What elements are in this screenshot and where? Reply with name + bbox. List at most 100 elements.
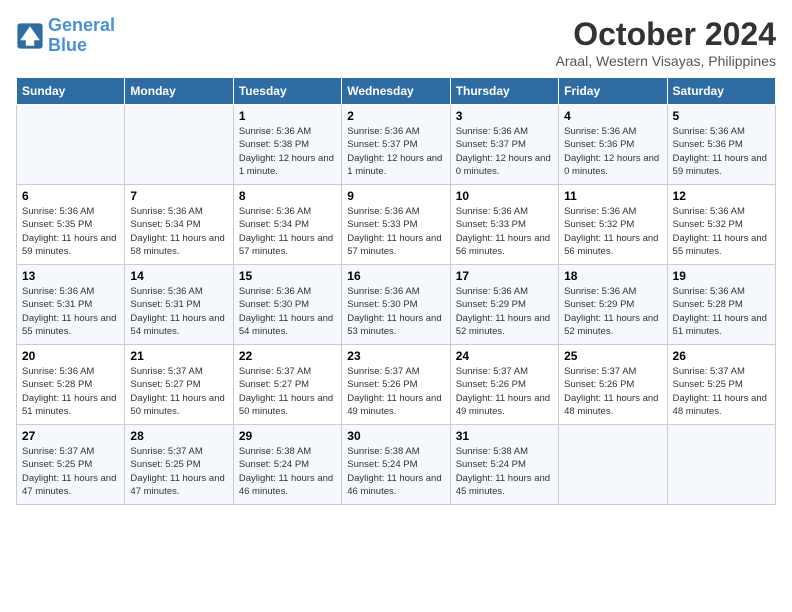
day-number: 27 bbox=[22, 429, 119, 443]
day-number: 13 bbox=[22, 269, 119, 283]
day-number: 10 bbox=[456, 189, 553, 203]
day-number: 7 bbox=[130, 189, 227, 203]
calendar-cell bbox=[17, 105, 125, 185]
day-info: Sunrise: 5:36 AM Sunset: 5:28 PM Dayligh… bbox=[22, 365, 119, 418]
weekday-header-tuesday: Tuesday bbox=[233, 78, 341, 105]
calendar-cell: 26Sunrise: 5:37 AM Sunset: 5:25 PM Dayli… bbox=[667, 345, 775, 425]
calendar-cell: 18 Sunrise: 5:36 AM Sunset: 5:29 PM Dayli… bbox=[559, 265, 667, 345]
day-number: 5 bbox=[673, 109, 770, 123]
day-info: Sunrise: 5:36 AM Sunset: 5:33 PM Dayligh… bbox=[456, 205, 553, 258]
calendar-cell: 7 Sunrise: 5:36 AM Sunset: 5:34 PM Daylig… bbox=[125, 185, 233, 265]
day-number: 18 bbox=[564, 269, 661, 283]
day-number: 24 bbox=[456, 349, 553, 363]
day-info: Sunrise: 5:36 AM Sunset: 5:29 PM Dayligh… bbox=[456, 285, 553, 338]
calendar-cell: 8 Sunrise: 5:36 AM Sunset: 5:34 PM Daylig… bbox=[233, 185, 341, 265]
day-info: Sunrise: 5:37 AM Sunset: 5:26 PM Dayligh… bbox=[456, 365, 553, 418]
day-info: Sunrise: 5:36 AM Sunset: 5:32 PM Dayligh… bbox=[564, 205, 661, 258]
calendar-cell: 10 Sunrise: 5:36 AM Sunset: 5:33 PM Dayli… bbox=[450, 185, 558, 265]
calendar-cell: 21 Sunrise: 5:37 AM Sunset: 5:27 PM Dayli… bbox=[125, 345, 233, 425]
day-info: Sunrise: 5:36 AM Sunset: 5:34 PM Dayligh… bbox=[239, 205, 336, 258]
calendar-cell: 28 Sunrise: 5:37 AM Sunset: 5:25 PM Dayli… bbox=[125, 425, 233, 505]
day-info: Sunrise: 5:36 AM Sunset: 5:36 PM Dayligh… bbox=[673, 125, 770, 178]
day-number: 11 bbox=[564, 189, 661, 203]
day-number: 8 bbox=[239, 189, 336, 203]
calendar-cell: 16 Sunrise: 5:36 AM Sunset: 5:30 PM Dayli… bbox=[342, 265, 450, 345]
day-info: Sunrise: 5:37 AM Sunset: 5:27 PM Dayligh… bbox=[130, 365, 227, 418]
calendar-cell: 29Sunrise: 5:38 AM Sunset: 5:24 PM Dayli… bbox=[233, 425, 341, 505]
day-number: 19 bbox=[673, 269, 770, 283]
logo: General Blue bbox=[16, 16, 115, 56]
day-number: 12 bbox=[673, 189, 770, 203]
weekday-header-sunday: Sunday bbox=[17, 78, 125, 105]
day-info: Sunrise: 5:36 AM Sunset: 5:32 PM Dayligh… bbox=[673, 205, 770, 258]
day-info: Sunrise: 5:37 AM Sunset: 5:25 PM Dayligh… bbox=[673, 365, 770, 418]
calendar-week-row: 27 Sunrise: 5:37 AM Sunset: 5:25 PM Dayli… bbox=[17, 425, 776, 505]
day-info: Sunrise: 5:36 AM Sunset: 5:38 PM Dayligh… bbox=[239, 125, 336, 178]
day-info: Sunrise: 5:37 AM Sunset: 5:26 PM Dayligh… bbox=[347, 365, 444, 418]
calendar-cell: 24 Sunrise: 5:37 AM Sunset: 5:26 PM Dayli… bbox=[450, 345, 558, 425]
day-info: Sunrise: 5:36 AM Sunset: 5:33 PM Dayligh… bbox=[347, 205, 444, 258]
day-number: 25 bbox=[564, 349, 661, 363]
day-number: 30 bbox=[347, 429, 444, 443]
calendar-table: SundayMondayTuesdayWednesdayThursdayFrid… bbox=[16, 77, 776, 505]
calendar-cell: 31 Sunrise: 5:38 AM Sunset: 5:24 PM Dayli… bbox=[450, 425, 558, 505]
weekday-header-friday: Friday bbox=[559, 78, 667, 105]
day-number: 28 bbox=[130, 429, 227, 443]
day-info: Sunrise: 5:36 AM Sunset: 5:31 PM Dayligh… bbox=[22, 285, 119, 338]
weekday-header-row: SundayMondayTuesdayWednesdayThursdayFrid… bbox=[17, 78, 776, 105]
calendar-cell: 5 Sunrise: 5:36 AM Sunset: 5:36 PM Daylig… bbox=[667, 105, 775, 185]
calendar-cell bbox=[125, 105, 233, 185]
day-info: Sunrise: 5:36 AM Sunset: 5:31 PM Dayligh… bbox=[130, 285, 227, 338]
day-number: 15 bbox=[239, 269, 336, 283]
title-block: October 2024 Araal, Western Visayas, Phi… bbox=[556, 16, 776, 69]
calendar-cell: 3Sunrise: 5:36 AM Sunset: 5:37 PM Daylig… bbox=[450, 105, 558, 185]
day-number: 21 bbox=[130, 349, 227, 363]
day-info: Sunrise: 5:36 AM Sunset: 5:30 PM Dayligh… bbox=[347, 285, 444, 338]
day-number: 3 bbox=[456, 109, 553, 123]
calendar-cell: 22Sunrise: 5:37 AM Sunset: 5:27 PM Dayli… bbox=[233, 345, 341, 425]
day-info: Sunrise: 5:36 AM Sunset: 5:28 PM Dayligh… bbox=[673, 285, 770, 338]
month-title: October 2024 bbox=[556, 16, 776, 53]
day-number: 1 bbox=[239, 109, 336, 123]
day-info: Sunrise: 5:36 AM Sunset: 5:29 PM Dayligh… bbox=[564, 285, 661, 338]
calendar-week-row: 13 Sunrise: 5:36 AM Sunset: 5:31 PM Dayli… bbox=[17, 265, 776, 345]
day-number: 31 bbox=[456, 429, 553, 443]
day-number: 4 bbox=[564, 109, 661, 123]
day-number: 2 bbox=[347, 109, 444, 123]
calendar-week-row: 1 Sunrise: 5:36 AM Sunset: 5:38 PM Daylig… bbox=[17, 105, 776, 185]
day-info: Sunrise: 5:36 AM Sunset: 5:34 PM Dayligh… bbox=[130, 205, 227, 258]
calendar-week-row: 20Sunrise: 5:36 AM Sunset: 5:28 PM Dayli… bbox=[17, 345, 776, 425]
weekday-header-thursday: Thursday bbox=[450, 78, 558, 105]
day-info: Sunrise: 5:36 AM Sunset: 5:36 PM Dayligh… bbox=[564, 125, 661, 178]
calendar-cell: 13 Sunrise: 5:36 AM Sunset: 5:31 PM Dayli… bbox=[17, 265, 125, 345]
day-number: 23 bbox=[347, 349, 444, 363]
weekday-header-saturday: Saturday bbox=[667, 78, 775, 105]
calendar-cell: 19 Sunrise: 5:36 AM Sunset: 5:28 PM Dayli… bbox=[667, 265, 775, 345]
calendar-cell: 1 Sunrise: 5:36 AM Sunset: 5:38 PM Daylig… bbox=[233, 105, 341, 185]
day-info: Sunrise: 5:38 AM Sunset: 5:24 PM Dayligh… bbox=[456, 445, 553, 498]
calendar-cell: 27 Sunrise: 5:37 AM Sunset: 5:25 PM Dayli… bbox=[17, 425, 125, 505]
day-info: Sunrise: 5:38 AM Sunset: 5:24 PM Dayligh… bbox=[347, 445, 444, 498]
day-info: Sunrise: 5:37 AM Sunset: 5:25 PM Dayligh… bbox=[130, 445, 227, 498]
calendar-cell: 30 Sunrise: 5:38 AM Sunset: 5:24 PM Dayli… bbox=[342, 425, 450, 505]
location-subtitle: Araal, Western Visayas, Philippines bbox=[556, 53, 776, 69]
calendar-cell bbox=[667, 425, 775, 505]
weekday-header-monday: Monday bbox=[125, 78, 233, 105]
day-info: Sunrise: 5:36 AM Sunset: 5:30 PM Dayligh… bbox=[239, 285, 336, 338]
day-info: Sunrise: 5:37 AM Sunset: 5:25 PM Dayligh… bbox=[22, 445, 119, 498]
calendar-cell: 4 Sunrise: 5:36 AM Sunset: 5:36 PM Daylig… bbox=[559, 105, 667, 185]
day-info: Sunrise: 5:37 AM Sunset: 5:26 PM Dayligh… bbox=[564, 365, 661, 418]
calendar-cell: 25 Sunrise: 5:37 AM Sunset: 5:26 PM Dayli… bbox=[559, 345, 667, 425]
calendar-week-row: 6Sunrise: 5:36 AM Sunset: 5:35 PM Daylig… bbox=[17, 185, 776, 265]
day-number: 17 bbox=[456, 269, 553, 283]
day-number: 6 bbox=[22, 189, 119, 203]
calendar-cell bbox=[559, 425, 667, 505]
calendar-cell: 15 Sunrise: 5:36 AM Sunset: 5:30 PM Dayli… bbox=[233, 265, 341, 345]
calendar-cell: 9Sunrise: 5:36 AM Sunset: 5:33 PM Daylig… bbox=[342, 185, 450, 265]
calendar-cell: 12 Sunrise: 5:36 AM Sunset: 5:32 PM Dayli… bbox=[667, 185, 775, 265]
calendar-cell: 23 Sunrise: 5:37 AM Sunset: 5:26 PM Dayli… bbox=[342, 345, 450, 425]
day-number: 14 bbox=[130, 269, 227, 283]
day-info: Sunrise: 5:36 AM Sunset: 5:37 PM Dayligh… bbox=[347, 125, 444, 178]
day-number: 16 bbox=[347, 269, 444, 283]
page-header: General Blue October 2024 Araal, Western… bbox=[16, 16, 776, 69]
